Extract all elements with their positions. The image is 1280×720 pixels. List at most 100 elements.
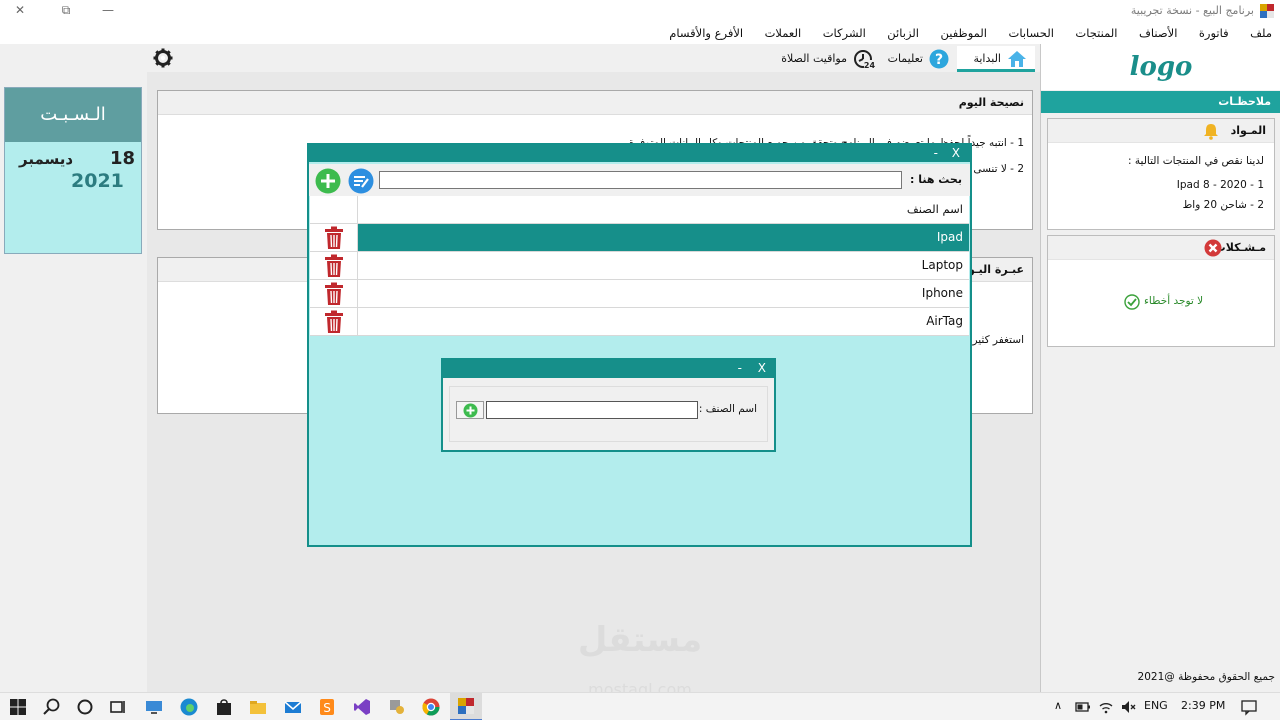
- desktop-app-icon[interactable]: [144, 697, 164, 717]
- trash-icon: [325, 282, 343, 305]
- delete-row-button[interactable]: [310, 308, 358, 335]
- table-row[interactable]: Ipad: [310, 224, 969, 252]
- year: 2021: [71, 170, 124, 192]
- minimize-window-button[interactable]: —: [88, 2, 128, 20]
- menu-companies[interactable]: الشركات: [823, 22, 866, 44]
- add-icon: [463, 403, 478, 418]
- categories-table: اسم الصنف Ipad Laptop Iphone AirTag: [310, 196, 969, 336]
- home-icon: [1008, 51, 1026, 67]
- trash-icon: [325, 226, 343, 249]
- cortana-icon[interactable]: [75, 697, 95, 717]
- tab-help[interactable]: ? تعليمات: [885, 46, 951, 72]
- delete-row-button[interactable]: [310, 280, 358, 307]
- store-icon[interactable]: [214, 697, 234, 717]
- tools-icon[interactable]: [387, 697, 407, 717]
- table-row[interactable]: Laptop: [310, 252, 969, 280]
- tab-bar: البداية ? تعليمات 24 مواقيت الصلاة: [147, 44, 1040, 72]
- row-category-name[interactable]: AirTag: [358, 308, 969, 335]
- category-name-input[interactable]: [486, 401, 698, 419]
- problems-title: مـشـكلات: [1214, 241, 1266, 254]
- menu-bar: ملف فاتورة الأصناف المنتجات الحسابات الم…: [0, 22, 1280, 44]
- bell-icon: [1204, 124, 1218, 140]
- tab-home[interactable]: البداية: [957, 46, 1035, 72]
- menu-invoice[interactable]: فاتورة: [1199, 22, 1229, 44]
- tip-panel-title: نصيحة اليوم: [158, 91, 1032, 115]
- menu-branches[interactable]: الأفرع والأقسام: [669, 22, 743, 44]
- menu-currencies[interactable]: العملات: [765, 22, 802, 44]
- window-title: برنامج البيع - نسخة تجريبية: [1130, 4, 1254, 17]
- logo: logo: [1129, 52, 1193, 82]
- delete-row-button[interactable]: [310, 252, 358, 279]
- help-icon: ?: [929, 49, 949, 69]
- add-category-dialog: X - اسم الصنف :: [441, 358, 776, 452]
- copyright: جميع الحقوق محفوظة @2021: [1137, 671, 1275, 683]
- title-bar: برنامج البيع - نسخة تجريبية ✕ ⧉ —: [0, 0, 1280, 22]
- edge-icon[interactable]: [179, 697, 199, 717]
- table-row[interactable]: AirTag: [310, 308, 969, 336]
- materials-intro: لدينا نقص في المنتجات التالية :: [1128, 155, 1264, 167]
- tray-chevron-icon[interactable]: ∧: [1054, 699, 1062, 712]
- menu-employees[interactable]: الموظفين: [941, 22, 987, 44]
- windows-start-icon[interactable]: [8, 697, 28, 717]
- weekday: الـسـبـت: [5, 88, 141, 142]
- save-category-button[interactable]: [456, 401, 484, 419]
- notes-title: ملاحظـات: [1041, 91, 1280, 113]
- materials-item-1: 1 - Ipad 8 - 2020: [1176, 179, 1264, 191]
- file-explorer-icon[interactable]: [248, 697, 268, 717]
- trash-icon: [325, 310, 343, 333]
- check-icon: [1124, 294, 1140, 310]
- table-row[interactable]: Iphone: [310, 280, 969, 308]
- row-category-name[interactable]: Laptop: [358, 252, 969, 279]
- dialog-close-button[interactable]: X: [952, 145, 960, 162]
- dialog-minimize-button[interactable]: -: [934, 145, 938, 162]
- column-header-category-name: اسم الصنف: [906, 202, 963, 216]
- active-app-tile[interactable]: [450, 693, 482, 720]
- subdialog-minimize-button[interactable]: -: [738, 360, 742, 377]
- search-icon[interactable]: [42, 697, 62, 717]
- problems-status: لا توجد أخطاء: [1124, 294, 1214, 312]
- volume-muted-icon[interactable]: [1120, 698, 1136, 716]
- svg-text:S: S: [323, 701, 331, 715]
- app-icon: [1260, 4, 1274, 18]
- notifications-icon[interactable]: [1240, 698, 1258, 716]
- menu-customers[interactable]: الزبائن: [887, 22, 919, 44]
- subdialog-body: اسم الصنف :: [449, 386, 768, 442]
- tab-prayer-times[interactable]: 24 مواقيت الصلاة: [777, 46, 877, 72]
- mail-icon[interactable]: [283, 697, 303, 717]
- trash-icon: [325, 254, 343, 277]
- sublime-icon[interactable]: S: [317, 697, 337, 717]
- menu-categories[interactable]: الأصناف: [1139, 22, 1177, 44]
- restore-window-button[interactable]: ⧉: [46, 2, 86, 20]
- wifi-icon[interactable]: [1098, 698, 1114, 716]
- search-input[interactable]: [379, 171, 902, 189]
- input-language[interactable]: ENG: [1144, 699, 1168, 712]
- app-icon: [458, 698, 474, 714]
- materials-card: المـواد لدينا نقص في المنتجات التالية : …: [1047, 118, 1275, 230]
- svg-text:24: 24: [864, 61, 875, 69]
- gear-icon[interactable]: [153, 48, 173, 68]
- menu-products[interactable]: المنتجات: [1075, 22, 1117, 44]
- materials-item-2: 2 - شاحن 20 واط: [1182, 199, 1264, 211]
- chrome-icon[interactable]: [421, 697, 441, 717]
- search-label: بحث هنا :: [909, 173, 962, 186]
- problems-status-label: لا توجد أخطاء: [1144, 295, 1204, 307]
- row-category-name[interactable]: Ipad: [358, 224, 969, 251]
- add-icon[interactable]: [315, 168, 341, 194]
- battery-icon[interactable]: [1075, 698, 1091, 716]
- close-window-button[interactable]: ✕: [0, 2, 40, 20]
- day-number: 18: [110, 148, 136, 169]
- dialog-title-bar[interactable]: X -: [309, 145, 970, 162]
- tab-prayer-label: مواقيت الصلاة: [781, 52, 847, 65]
- delete-row-button[interactable]: [310, 224, 358, 251]
- table-header: اسم الصنف: [310, 196, 969, 224]
- clock[interactable]: 2:39 PM: [1181, 699, 1225, 712]
- row-category-name[interactable]: Iphone: [358, 280, 969, 307]
- subdialog-close-button[interactable]: X: [758, 360, 766, 377]
- error-icon: [1204, 239, 1222, 257]
- task-view-icon[interactable]: [108, 697, 128, 717]
- edit-list-icon[interactable]: [348, 168, 374, 194]
- subdialog-title-bar[interactable]: X -: [443, 360, 774, 378]
- menu-file[interactable]: ملف: [1250, 22, 1272, 44]
- visual-studio-icon[interactable]: [352, 697, 372, 717]
- menu-accounts[interactable]: الحسابات: [1009, 22, 1054, 44]
